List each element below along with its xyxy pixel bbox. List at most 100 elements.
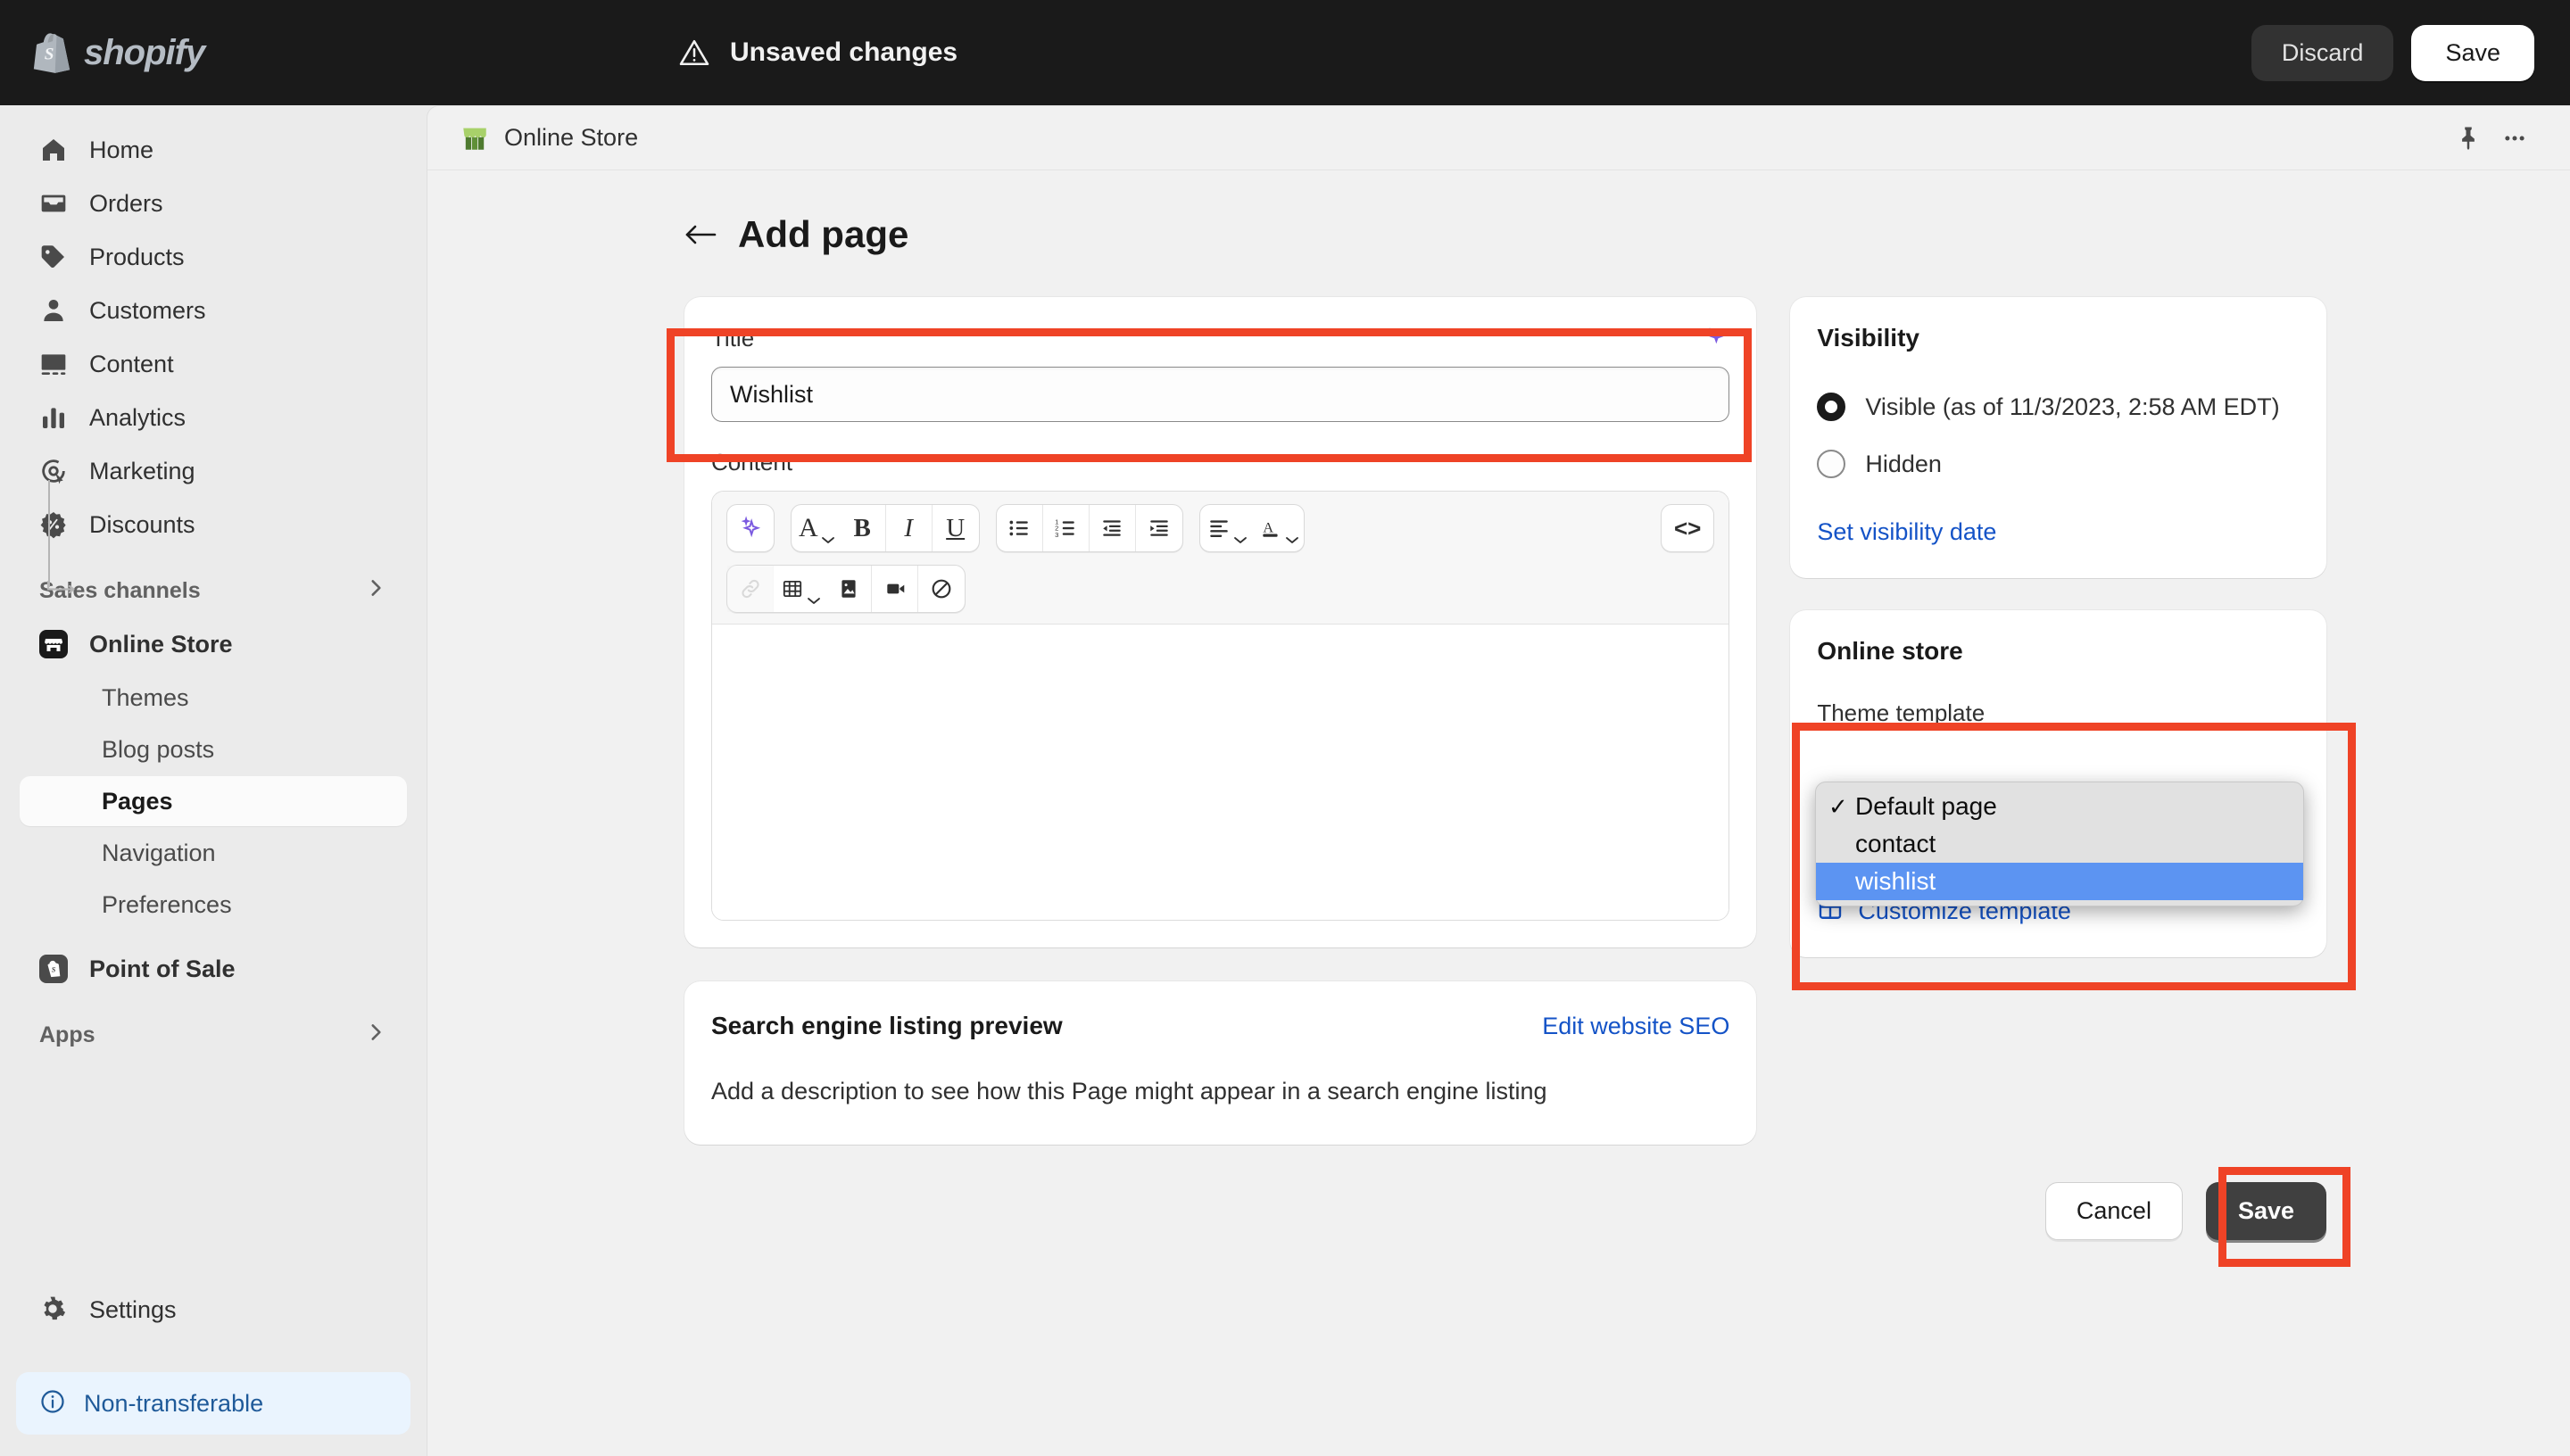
sidebar-item-label: Products	[89, 244, 185, 271]
numbered-list-icon[interactable]: 123	[1043, 505, 1090, 551]
template-option-label: wishlist	[1855, 867, 1936, 896]
font-style-icon[interactable]: A	[792, 505, 840, 551]
magic-sparkle-icon[interactable]	[727, 505, 774, 551]
text-align-icon[interactable]	[1200, 505, 1252, 551]
edit-website-seo-link[interactable]: Edit website SEO	[1542, 1013, 1729, 1040]
sidebar-item-orders[interactable]: Orders	[20, 178, 407, 228]
gear-icon	[39, 1295, 68, 1324]
clear-formatting-icon[interactable]	[918, 566, 965, 612]
insert-image-icon[interactable]	[825, 566, 872, 612]
seo-card-title: Search engine listing preview	[711, 1012, 1063, 1040]
radio-visible[interactable]	[1817, 393, 1845, 421]
sidebar-item-label: Customers	[89, 297, 206, 325]
sidebar-item-home[interactable]: Home	[20, 125, 407, 175]
sidebar-item-label: Orders	[89, 190, 163, 218]
set-visibility-date-link[interactable]: Set visibility date	[1817, 518, 1996, 545]
visibility-card-title: Visibility	[1817, 324, 2300, 352]
text-format-group: A B I U	[791, 504, 980, 552]
insert-group	[726, 565, 966, 613]
visibility-option-visible[interactable]: Visible (as of 11/3/2023, 2:58 AM EDT)	[1817, 383, 2300, 431]
unsaved-changes-indicator: Unsaved changes	[678, 0, 958, 105]
home-icon	[39, 136, 68, 164]
template-option-default-page[interactable]: ✓ Default page	[1816, 788, 2303, 825]
discard-button[interactable]: Discard	[2251, 25, 2394, 81]
shopify-brand[interactable]: S shopify	[32, 31, 371, 74]
ellipsis-horizontal-icon[interactable]	[2491, 115, 2538, 161]
sidebar-item-pages[interactable]: Pages	[20, 776, 407, 826]
arrow-left-icon[interactable]	[684, 221, 717, 248]
sidebar-item-content[interactable]: Content	[20, 339, 407, 389]
text-color-icon[interactable]: A	[1252, 505, 1304, 551]
list-group: 123	[996, 504, 1183, 552]
sidebar-item-settings[interactable]: Settings	[20, 1285, 407, 1335]
sidebar-item-label: Content	[89, 351, 174, 378]
theme-template-dropdown-popup[interactable]: ✓ Default page contact wishlist	[1815, 782, 2304, 906]
editor-body[interactable]	[712, 624, 1729, 920]
italic-icon[interactable]: I	[886, 505, 933, 551]
indent-icon[interactable]	[1136, 505, 1182, 551]
visibility-option-label: Hidden	[1865, 451, 1942, 478]
sidebar-item-label: Discounts	[89, 511, 195, 539]
outdent-icon[interactable]	[1090, 505, 1136, 551]
sidebar-item-customers[interactable]: Customers	[20, 285, 407, 335]
non-transferable-banner[interactable]: Non-transferable	[16, 1372, 410, 1435]
template-option-label: contact	[1855, 830, 1936, 858]
visibility-card: Visibility Visible (as of 11/3/2023, 2:5…	[1790, 297, 2326, 578]
sidebar-item-settings-wrap: Settings	[0, 1281, 427, 1338]
sidebar-item-label: Online Store	[89, 631, 233, 658]
chevron-down-icon	[806, 583, 822, 594]
template-option-contact[interactable]: contact	[1816, 825, 2303, 863]
chevron-right-icon	[364, 576, 387, 606]
magic-group	[726, 504, 775, 552]
title-input[interactable]	[711, 367, 1729, 422]
radio-hidden[interactable]	[1817, 450, 1845, 478]
code-view-group: <>	[1661, 504, 1714, 552]
top-bar: S shopify Unsaved changes Discard Save	[0, 0, 2570, 105]
page-header: Add page	[684, 213, 2570, 256]
bulleted-list-icon[interactable]	[997, 505, 1043, 551]
sidebar-item-preferences[interactable]: Preferences	[20, 880, 407, 930]
title-field-label: Title	[711, 325, 754, 352]
bottom-actions: Cancel Save	[684, 1182, 2326, 1240]
svg-text:3: 3	[1055, 531, 1058, 539]
pin-icon[interactable]	[2445, 115, 2491, 161]
sidebar-item-discounts[interactable]: Discounts	[20, 500, 407, 550]
editor-toolbar-row-1: A B I U	[726, 504, 1714, 552]
sidebar-section-apps[interactable]: Apps	[20, 1010, 407, 1060]
sidebar: Home Orders Products Customers Content	[0, 105, 427, 1456]
seo-card-header: Search engine listing preview Edit websi…	[711, 1012, 1729, 1040]
sidebar-item-analytics[interactable]: Analytics	[20, 393, 407, 443]
code-view-icon[interactable]: <>	[1662, 505, 1713, 551]
editor-toolbar-row-2	[726, 565, 1714, 613]
save-button-topbar[interactable]: Save	[2411, 25, 2534, 81]
cancel-button[interactable]: Cancel	[2045, 1182, 2183, 1240]
sidebar-item-blog-posts[interactable]: Blog posts	[20, 724, 407, 774]
sidebar-item-label: Home	[89, 136, 153, 164]
content-grid: Title Content	[684, 297, 2326, 1145]
storefront-green-icon	[460, 123, 490, 153]
sidebar-item-online-store[interactable]: Online Store	[20, 619, 407, 669]
svg-text:S: S	[52, 966, 56, 974]
apps-label: Apps	[39, 1022, 95, 1048]
sidebar-item-marketing[interactable]: Marketing	[20, 446, 407, 496]
visibility-option-hidden[interactable]: Hidden	[1817, 440, 2300, 488]
sidebar-item-label: Point of Sale	[89, 956, 236, 983]
table-icon[interactable]	[774, 566, 825, 612]
magic-sparkle-icon[interactable]	[1701, 324, 1729, 352]
insert-video-icon[interactable]	[872, 566, 918, 612]
sidebar-item-navigation[interactable]: Navigation	[20, 828, 407, 878]
sidebar-item-themes[interactable]: Themes	[20, 673, 407, 723]
sidebar-item-label: Settings	[89, 1296, 177, 1324]
sidebar-item-products[interactable]: Products	[20, 232, 407, 282]
info-circle-icon	[39, 1388, 66, 1419]
save-button-main[interactable]: Save	[2206, 1182, 2326, 1240]
pos-bag-icon: S	[39, 955, 68, 983]
online-store-card-title: Online store	[1817, 637, 2300, 666]
template-option-wishlist[interactable]: wishlist	[1816, 863, 2303, 900]
seo-description: Add a description to see how this Page m…	[711, 1078, 1729, 1105]
warning-triangle-icon	[678, 37, 710, 69]
sidebar-item-point-of-sale[interactable]: S Point of Sale	[20, 944, 407, 994]
svg-text:A: A	[1263, 519, 1273, 535]
underline-icon[interactable]: U	[933, 505, 979, 551]
bold-icon[interactable]: B	[840, 505, 886, 551]
